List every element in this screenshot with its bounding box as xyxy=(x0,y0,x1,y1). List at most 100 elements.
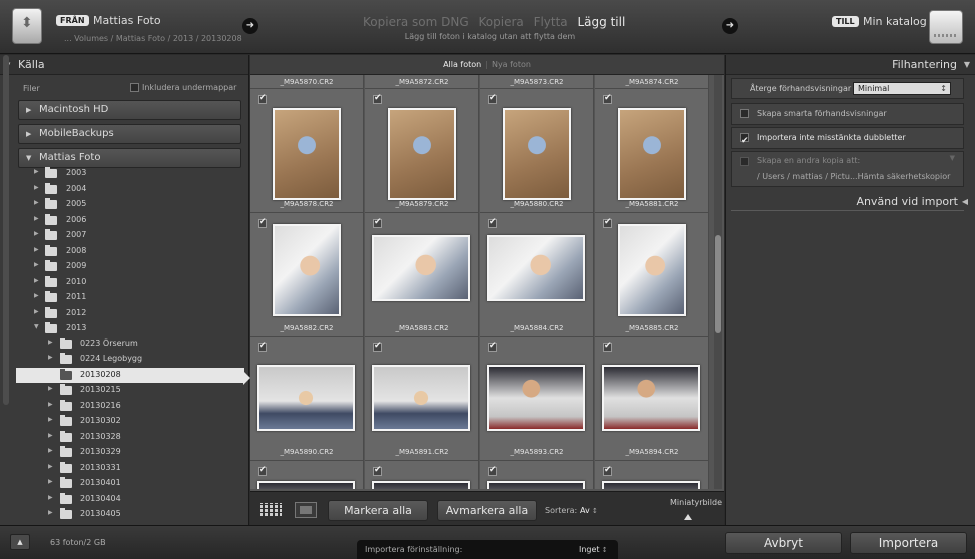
photo-cell[interactable]: _M9A5881.CR2 xyxy=(595,89,709,213)
include-subfolders-checkbox[interactable] xyxy=(130,83,139,92)
photo-thumbnail[interactable] xyxy=(487,481,585,489)
folder-item[interactable]: ▶ 2008 xyxy=(16,244,244,259)
triangle-right-icon[interactable]: ▶ xyxy=(34,261,39,268)
scrollbar-thumb[interactable] xyxy=(715,235,721,333)
photo-cell[interactable]: _M9A5894.CR2 xyxy=(595,337,709,461)
source-panel-header[interactable]: Källa xyxy=(0,55,248,75)
photo-thumbnail[interactable] xyxy=(487,235,585,301)
mode-add[interactable]: Lägg till xyxy=(578,15,626,29)
photo-cell[interactable] xyxy=(480,461,594,489)
folder-item[interactable]: ▼ 2013 xyxy=(16,321,244,336)
smart-previews-checkbox[interactable] xyxy=(740,109,749,118)
import-preset-select[interactable]: Inget xyxy=(579,545,608,554)
photo-cell[interactable]: _M9A5883.CR2 xyxy=(365,213,479,337)
photo-checkbox[interactable] xyxy=(373,341,382,352)
photo-checkbox[interactable] xyxy=(488,93,497,104)
mode-copy[interactable]: Kopiera xyxy=(479,15,524,29)
photo-cell[interactable]: _M9A5873.CR2 xyxy=(480,75,594,89)
file-handling-header[interactable]: Filhantering ▼ xyxy=(726,55,975,75)
photo-thumbnail[interactable] xyxy=(602,481,700,489)
photo-checkbox[interactable] xyxy=(373,465,382,476)
triangle-right-icon[interactable]: ▶ xyxy=(48,447,53,454)
scrollbar-thumb[interactable] xyxy=(3,55,9,405)
photo-checkbox[interactable] xyxy=(258,93,267,104)
folder-item[interactable]: ▶ 20130405 xyxy=(16,507,244,522)
photo-cell[interactable]: _M9A5884.CR2 xyxy=(480,213,594,337)
photo-checkbox[interactable] xyxy=(488,341,497,352)
thumbnail-size-slider[interactable] xyxy=(684,514,692,520)
folder-item[interactable]: ▶ 20130329 xyxy=(16,445,244,460)
photo-cell[interactable]: _M9A5890.CR2 xyxy=(250,337,364,461)
folder-item[interactable]: ▶ 20130215 xyxy=(16,383,244,398)
triangle-right-icon[interactable]: ▶ xyxy=(48,463,53,470)
folder-item[interactable]: ▶ 0224 Legobygg xyxy=(16,352,244,367)
triangle-right-icon[interactable]: ▶ xyxy=(48,385,53,392)
grid-scrollbar[interactable] xyxy=(714,75,722,489)
folder-item[interactable]: ▶ 20130328 xyxy=(16,430,244,445)
photo-thumbnail[interactable] xyxy=(618,108,686,200)
folder-item[interactable]: ▶ 2005 xyxy=(16,197,244,212)
photo-thumbnail[interactable] xyxy=(487,365,585,431)
cancel-button[interactable]: Avbryt xyxy=(725,532,842,554)
photo-thumbnail[interactable] xyxy=(372,365,470,431)
photo-cell[interactable] xyxy=(250,461,364,489)
folder-item[interactable]: ▶ 2009 xyxy=(16,259,244,274)
photo-thumbnail[interactable] xyxy=(372,235,470,301)
sort-select[interactable]: Av xyxy=(580,506,598,515)
photo-thumbnail[interactable] xyxy=(257,365,355,431)
photo-checkbox[interactable] xyxy=(373,93,382,104)
photo-thumbnail[interactable] xyxy=(273,224,341,316)
photo-checkbox[interactable] xyxy=(603,341,612,352)
photo-thumbnail[interactable] xyxy=(602,365,700,431)
from-source-selector[interactable]: Mattias Foto xyxy=(93,14,161,27)
folder-item[interactable]: ▶ 2006 xyxy=(16,213,244,228)
photo-checkbox[interactable] xyxy=(603,465,612,476)
triangle-right-icon[interactable]: ▶ xyxy=(34,246,39,253)
second-copy-checkbox[interactable] xyxy=(740,157,749,166)
photo-cell[interactable]: _M9A5893.CR2 xyxy=(480,337,594,461)
triangle-right-icon[interactable]: ▶ xyxy=(34,308,39,315)
triangle-right-icon[interactable]: ▶ xyxy=(48,354,53,361)
triangle-right-icon[interactable]: ▶ xyxy=(48,494,53,501)
triangle-right-icon[interactable]: ▶ xyxy=(34,168,39,175)
import-preset-bar[interactable]: Importera förinställning: Inget xyxy=(357,540,618,559)
folder-item[interactable]: ▶ 2010 xyxy=(16,275,244,290)
photo-checkbox[interactable] xyxy=(488,217,497,228)
folder-item[interactable]: ▶ 20130401 xyxy=(16,476,244,491)
photo-cell[interactable]: _M9A5874.CR2 xyxy=(595,75,709,89)
smart-previews-row[interactable]: Skapa smarta förhandsvisningar xyxy=(731,103,964,125)
include-subfolders-toggle[interactable]: Inkludera undermappar xyxy=(130,83,236,92)
triangle-right-icon[interactable]: ▶ xyxy=(48,478,53,485)
photo-cell[interactable] xyxy=(595,461,709,489)
volume-mobilebackups[interactable]: ▶ MobileBackups xyxy=(18,124,241,144)
second-copy-path[interactable]: / Users / mattias / Pictu...Hämta säkerh… xyxy=(757,172,950,181)
photo-thumbnail[interactable] xyxy=(372,481,470,489)
import-button[interactable]: Importera xyxy=(850,532,967,554)
volume-mattias-foto[interactable]: ▼ Mattias Foto xyxy=(18,148,241,168)
apply-during-import-header[interactable]: Använd vid import ◀ xyxy=(726,193,975,211)
folder-item[interactable]: ▶ 2004 xyxy=(16,182,244,197)
source-scrollbar[interactable] xyxy=(3,55,9,405)
photo-cell[interactable]: _M9A5872.CR2 xyxy=(365,75,479,89)
tab-all-photos[interactable]: Alla foton xyxy=(439,60,485,69)
volume-macintosh-hd[interactable]: ▶ Macintosh HD xyxy=(18,100,241,120)
triangle-right-icon[interactable]: ▶ xyxy=(34,184,39,191)
photo-checkbox[interactable] xyxy=(373,217,382,228)
photo-thumbnail[interactable] xyxy=(273,108,341,200)
photo-cell[interactable] xyxy=(365,461,479,489)
tab-new-photos[interactable]: Nya foton xyxy=(488,60,535,69)
preview-select[interactable]: Minimal xyxy=(853,82,951,95)
photo-checkbox[interactable] xyxy=(603,217,612,228)
triangle-right-icon[interactable]: ▶ xyxy=(34,292,39,299)
mode-copy-dng[interactable]: Kopiera som DNG xyxy=(363,15,469,29)
triangle-right-icon[interactable]: ▶ xyxy=(48,509,53,516)
photo-cell[interactable]: _M9A5891.CR2 xyxy=(365,337,479,461)
usb-drive-icon[interactable] xyxy=(12,8,42,44)
triangle-right-icon[interactable]: ▶ xyxy=(34,277,39,284)
folder-item[interactable]: ▶ 20130404 xyxy=(16,492,244,507)
photo-cell[interactable]: _M9A5880.CR2 xyxy=(480,89,594,213)
folder-item[interactable]: ▶ 2007 xyxy=(16,228,244,243)
photo-thumbnail[interactable] xyxy=(618,224,686,316)
photo-thumbnail[interactable] xyxy=(503,108,571,200)
photo-cell[interactable]: _M9A5879.CR2 xyxy=(365,89,479,213)
